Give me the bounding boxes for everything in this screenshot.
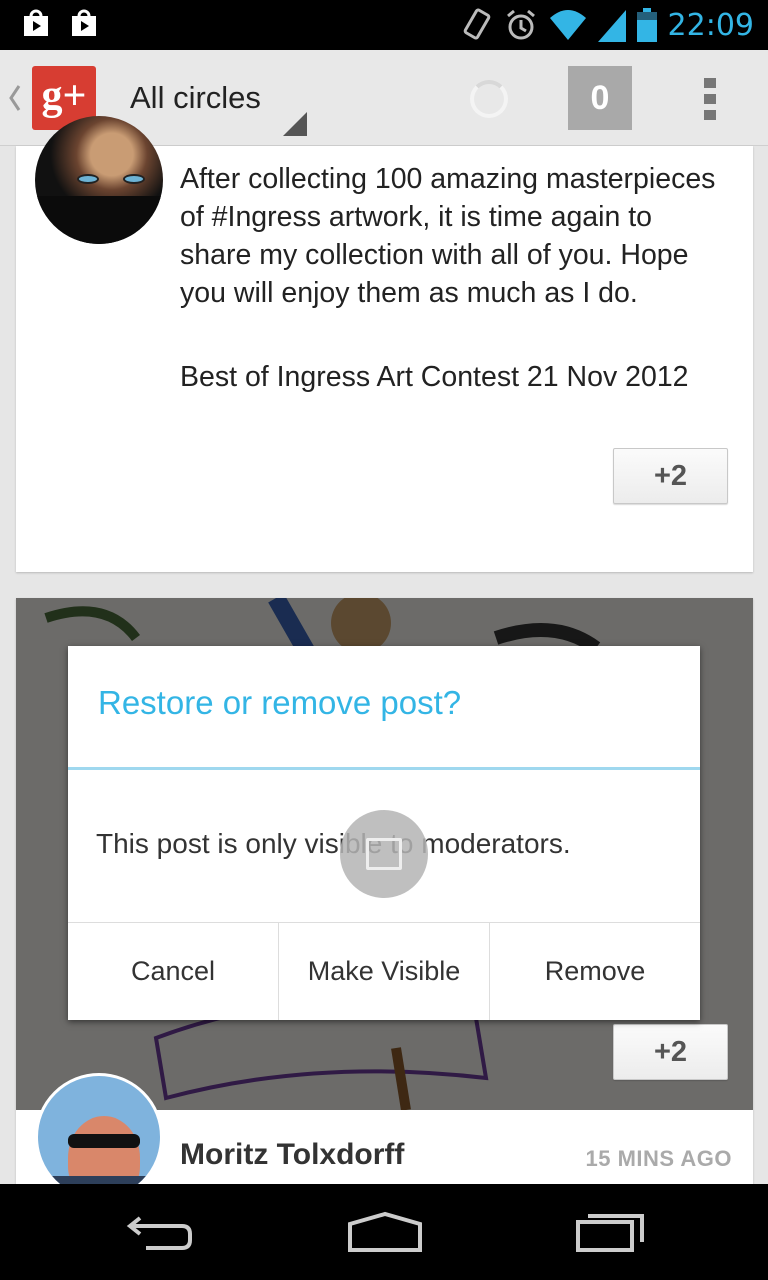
signal-icon [597,10,626,42]
avatar[interactable] [35,116,163,244]
dialog-title: Restore or remove post? [98,684,462,721]
vibrate-icon [463,8,490,40]
play-store-icon [24,9,48,36]
plus-one-button[interactable]: +2 [613,448,728,504]
google-plus-logo-text: g+ [41,73,87,119]
avatar-eye-shape [123,174,145,184]
wifi-icon [549,10,586,40]
alarm-icon [506,9,535,40]
dialog-divider [68,767,700,770]
loading-spinner-icon [470,80,508,118]
post-text: After collecting 100 amazing masterpiece… [180,163,716,309]
dialog-button-bar: Cancel Make Visible Remove [68,922,700,1020]
make-visible-button[interactable]: Make Visible [279,923,490,1020]
plus-one-button[interactable]: +2 [613,1024,728,1080]
remove-button[interactable]: Remove [490,923,700,1020]
dropdown-triangle-icon[interactable] [283,112,307,136]
up-caret-icon[interactable] [8,83,22,113]
battery-icon [636,8,657,42]
cancel-button[interactable]: Cancel [68,923,279,1020]
home-icon[interactable] [348,1210,422,1254]
clock: 22:09 [667,7,754,43]
dialog-message: This post is only visible to moderators. [96,828,571,859]
post-timestamp: 15 MINS AGO [585,1146,732,1171]
avatar-sunglasses-shape [68,1134,140,1148]
play-store-icon [72,9,96,36]
notifications-count-button[interactable]: 0 [568,66,632,130]
image-loading-icon [340,810,428,898]
circle-selector-title[interactable]: All circles [130,80,261,116]
navigation-bar [0,1184,768,1280]
recent-apps-icon[interactable] [576,1210,646,1254]
avatar-mask-shape [35,196,163,244]
status-bar: 22:09 [0,0,768,50]
overflow-menu-icon[interactable] [704,78,718,120]
post-link-title[interactable]: Best of Ingress Art Contest 21 Nov 2012 [180,358,720,396]
avatar-eye-shape [77,174,99,184]
avatar[interactable] [35,1073,163,1201]
author-name[interactable]: Moritz Tolxdorff [180,1138,404,1172]
back-icon[interactable] [126,1210,194,1254]
